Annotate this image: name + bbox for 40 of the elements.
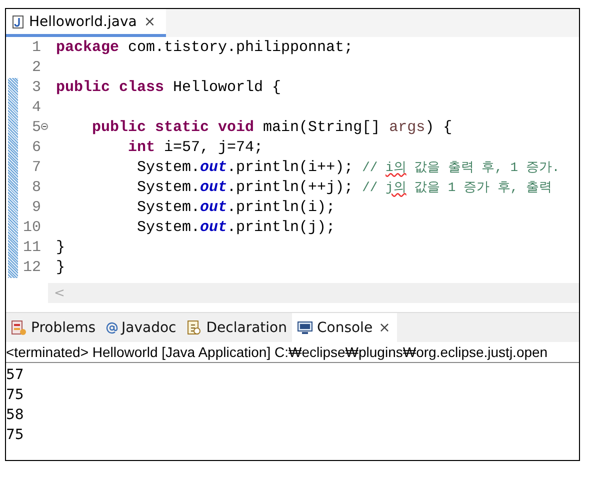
panel-tab[interactable]: Javadoc	[100, 313, 182, 342]
tab-label: Helloworld.java	[29, 14, 137, 30]
code-line: System.out.println(++j); // j의 값을 1 증가 후, 출력	[136, 178, 552, 198]
line-number: 8	[32, 178, 41, 198]
line-number: 9	[32, 198, 41, 218]
java-file-icon	[12, 14, 24, 28]
console-output: 57	[6, 367, 24, 383]
at-sign-icon	[106, 320, 118, 334]
close-icon[interactable]: ×	[376, 320, 392, 336]
monitor-icon	[296, 320, 313, 336]
line-number: 12	[22, 258, 41, 278]
console-output: 75	[6, 387, 24, 403]
document-icon	[186, 320, 202, 336]
line-number: 4	[32, 98, 41, 118]
line-number: 1	[32, 38, 41, 58]
code-line: public static void main(String[] args) {	[91, 118, 452, 138]
code-line: public class Helloworld {	[56, 78, 282, 98]
editor-tab[interactable]: Helloworld.java ×	[6, 9, 166, 37]
close-button[interactable]: ×	[142, 14, 158, 30]
panel-tab[interactable]: Problems	[6, 313, 101, 342]
code-line: }	[56, 258, 66, 278]
line-number: 11	[22, 238, 41, 258]
line-number: 3	[32, 78, 41, 98]
code-line: int i=57, j=74;	[127, 138, 264, 158]
line-number: 10	[22, 218, 41, 238]
line-number: 6	[32, 138, 41, 158]
code-line: }	[56, 238, 66, 258]
line-number: 2	[32, 58, 41, 78]
code-line: System.out.println(i);	[136, 198, 336, 218]
code-line: package com.tistory.philipponnat;	[56, 38, 354, 58]
console-header: <terminated> Helloworld [Java Application] C:₩eclipse₩plugins₩org.eclipse.justj.open	[6, 342, 579, 363]
line-number: 7	[32, 158, 41, 178]
code-line: System.out.println(j);	[136, 218, 336, 238]
line-number: 5	[32, 118, 41, 138]
panel-tab[interactable]: Console ×	[292, 313, 398, 342]
code-line: System.out.println(i++); // i의 값을 출력 후, 1 증가.	[136, 158, 560, 178]
problems-icon	[11, 320, 27, 336]
panel-tab[interactable]: Declaration	[181, 313, 292, 342]
console-output: 58	[6, 407, 24, 423]
console-output: 75	[6, 427, 24, 443]
